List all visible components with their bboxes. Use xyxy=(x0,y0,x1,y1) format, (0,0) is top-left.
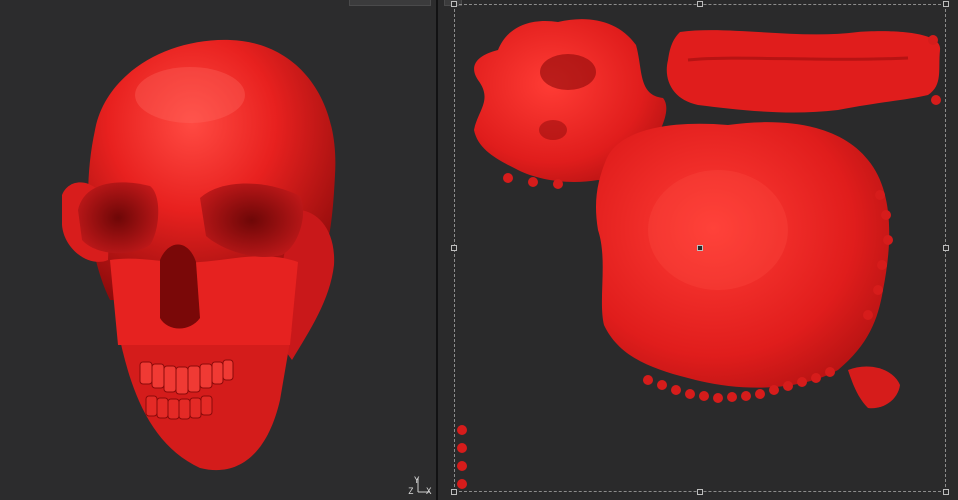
frame-handle-top-left[interactable] xyxy=(451,1,457,7)
frame-handle-left[interactable] xyxy=(451,245,457,251)
gizmo-label-y: Y xyxy=(414,476,420,486)
frame-handle-bottom[interactable] xyxy=(697,489,703,495)
gizmo-label-x: X xyxy=(426,487,432,497)
frame-handle-bottom-right[interactable] xyxy=(943,489,949,495)
frame-handle-bottom-left[interactable] xyxy=(451,489,457,495)
nasal-cavity xyxy=(160,244,200,329)
skull-render xyxy=(62,39,336,471)
3d-viewport[interactable]: Y Z X xyxy=(0,0,436,500)
frame-handle-right[interactable] xyxy=(943,245,949,251)
frame-handle-top[interactable] xyxy=(697,1,703,7)
gizmo-label-z: Z xyxy=(408,487,414,497)
left-eye-socket xyxy=(78,182,159,254)
uv-editor-viewport[interactable] xyxy=(438,0,958,500)
frame-handle-center[interactable] xyxy=(697,245,703,251)
frame-handle-top-right[interactable] xyxy=(943,1,949,7)
